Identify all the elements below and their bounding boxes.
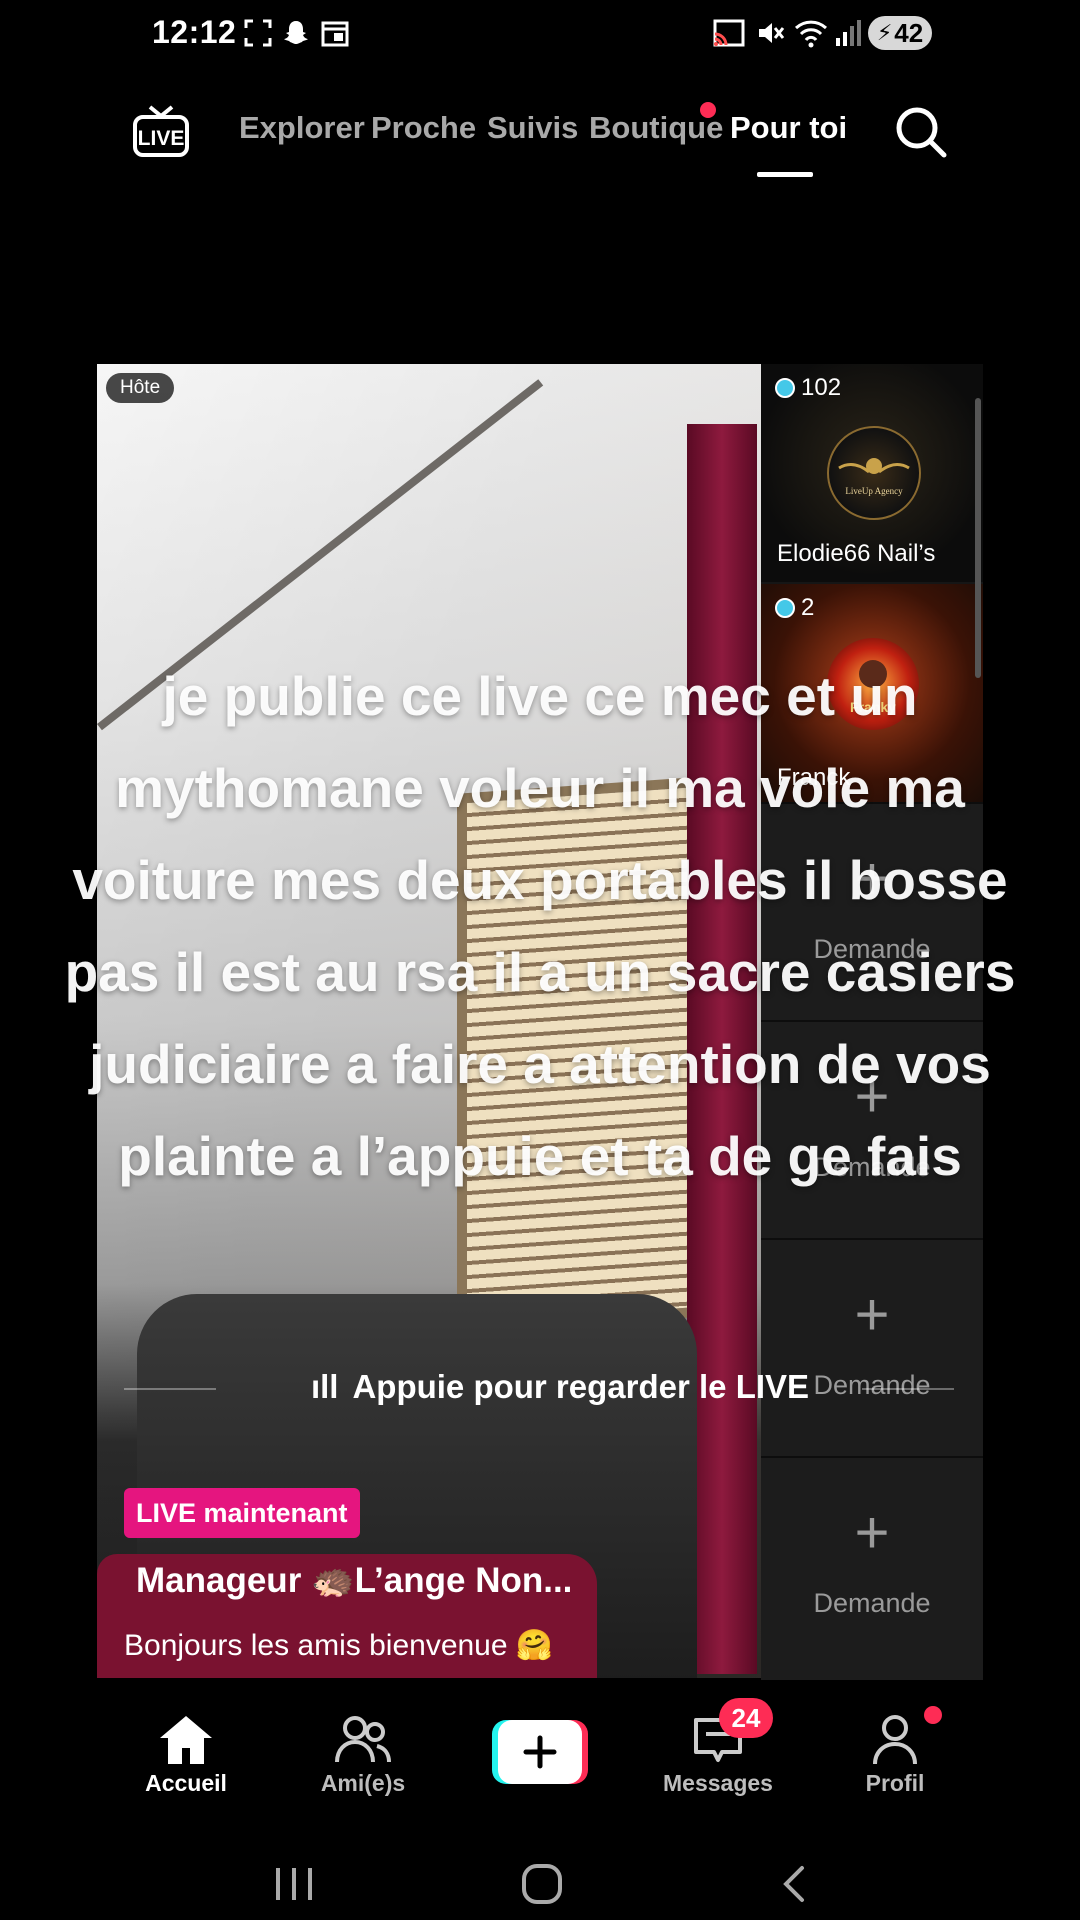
guest-panel-scrollbar[interactable] xyxy=(975,398,981,678)
create-button[interactable] xyxy=(492,1720,588,1784)
calendar-icon xyxy=(320,18,350,55)
friends-icon xyxy=(335,1716,391,1763)
top-navigation: LIVE Explorer Proche Suivis Boutique Pou… xyxy=(0,90,1080,180)
viewer-count: 2 xyxy=(775,594,814,622)
request-slot[interactable]: + Demande xyxy=(761,1238,983,1458)
live-tv-icon[interactable]: LIVE xyxy=(132,104,190,158)
tab-pour-toi[interactable]: Pour toi xyxy=(730,110,847,146)
nav-profile-label: Profil xyxy=(865,1770,925,1796)
video-caption-overlay: je publie ce live ce mec et un mythomane… xyxy=(64,665,1016,1187)
profile-notification-dot xyxy=(924,1706,942,1724)
viewer-icon xyxy=(775,378,795,398)
svg-text:LIVE: LIVE xyxy=(138,127,185,150)
messages-badge: 24 xyxy=(719,1698,773,1738)
mute-icon xyxy=(756,18,786,55)
active-tab-indicator xyxy=(757,172,813,177)
cast-icon xyxy=(712,18,746,55)
wifi-icon xyxy=(794,18,828,55)
recent-apps-icon[interactable] xyxy=(272,1864,316,1909)
search-icon[interactable] xyxy=(893,104,949,160)
guest-avatar: LiveUp Agency xyxy=(827,426,921,520)
watch-live-label: Appuie pour regarder le LIVE xyxy=(352,1368,810,1405)
tab-explorer[interactable]: Explorer xyxy=(239,110,365,146)
nav-friends[interactable]: Ami(e)s xyxy=(293,1712,433,1797)
tab-suivis[interactable]: Suivis xyxy=(487,110,578,146)
nav-friends-label: Ami(e)s xyxy=(320,1770,406,1796)
viewer-count: 102 xyxy=(775,374,841,402)
home-icon xyxy=(160,1716,212,1764)
stream-description: Bonjours les amis bienvenue 🤗 xyxy=(124,1629,554,1662)
battery-indicator: ⚡ 42 xyxy=(868,16,932,50)
streamer-name[interactable]: Manageur 🦔L’ange Non... xyxy=(136,1560,572,1601)
watch-live-prompt[interactable]: ıll Appuie pour regarder le LIVE xyxy=(124,1368,954,1408)
nav-profile[interactable]: Profil xyxy=(825,1712,965,1797)
host-badge: Hôte xyxy=(106,373,175,403)
status-time: 12:12 xyxy=(152,14,237,50)
live-now-badge: LIVE maintenant xyxy=(124,1488,360,1538)
nav-messages-label: Messages xyxy=(663,1770,773,1796)
status-bar: 12:12 ⚡ 42 xyxy=(0,0,1080,70)
system-navigation-bar xyxy=(0,1820,1080,1920)
boutique-notification-dot xyxy=(700,102,716,118)
bottom-navigation: Accueil Ami(e)s Messages Profil xyxy=(0,1700,1080,1810)
home-button-icon[interactable] xyxy=(520,1862,564,1911)
signal-icon xyxy=(834,18,862,55)
audio-bars-icon: ıll xyxy=(310,1368,339,1405)
snapchat-icon xyxy=(281,18,311,55)
screenshot-icon xyxy=(243,18,273,55)
guest-card-elodie[interactable]: LiveUp Agency 102 Elodie66 Nail’s xyxy=(761,364,983,582)
svg-text:LiveUp Agency: LiveUp Agency xyxy=(845,486,903,496)
request-slot[interactable]: + Demande xyxy=(761,1456,983,1680)
plus-icon: + xyxy=(854,1281,890,1348)
nav-home-label: Accueil xyxy=(145,1770,227,1796)
request-label: Demande xyxy=(813,1588,931,1618)
tab-proche[interactable]: Proche xyxy=(371,110,476,146)
profile-icon xyxy=(873,1715,917,1765)
back-icon[interactable] xyxy=(776,1862,810,1911)
guest-name: Elodie66 Nail’s xyxy=(777,540,936,567)
viewer-icon xyxy=(775,598,795,618)
nav-home[interactable]: Accueil xyxy=(116,1712,256,1797)
plus-icon: + xyxy=(854,1499,890,1566)
